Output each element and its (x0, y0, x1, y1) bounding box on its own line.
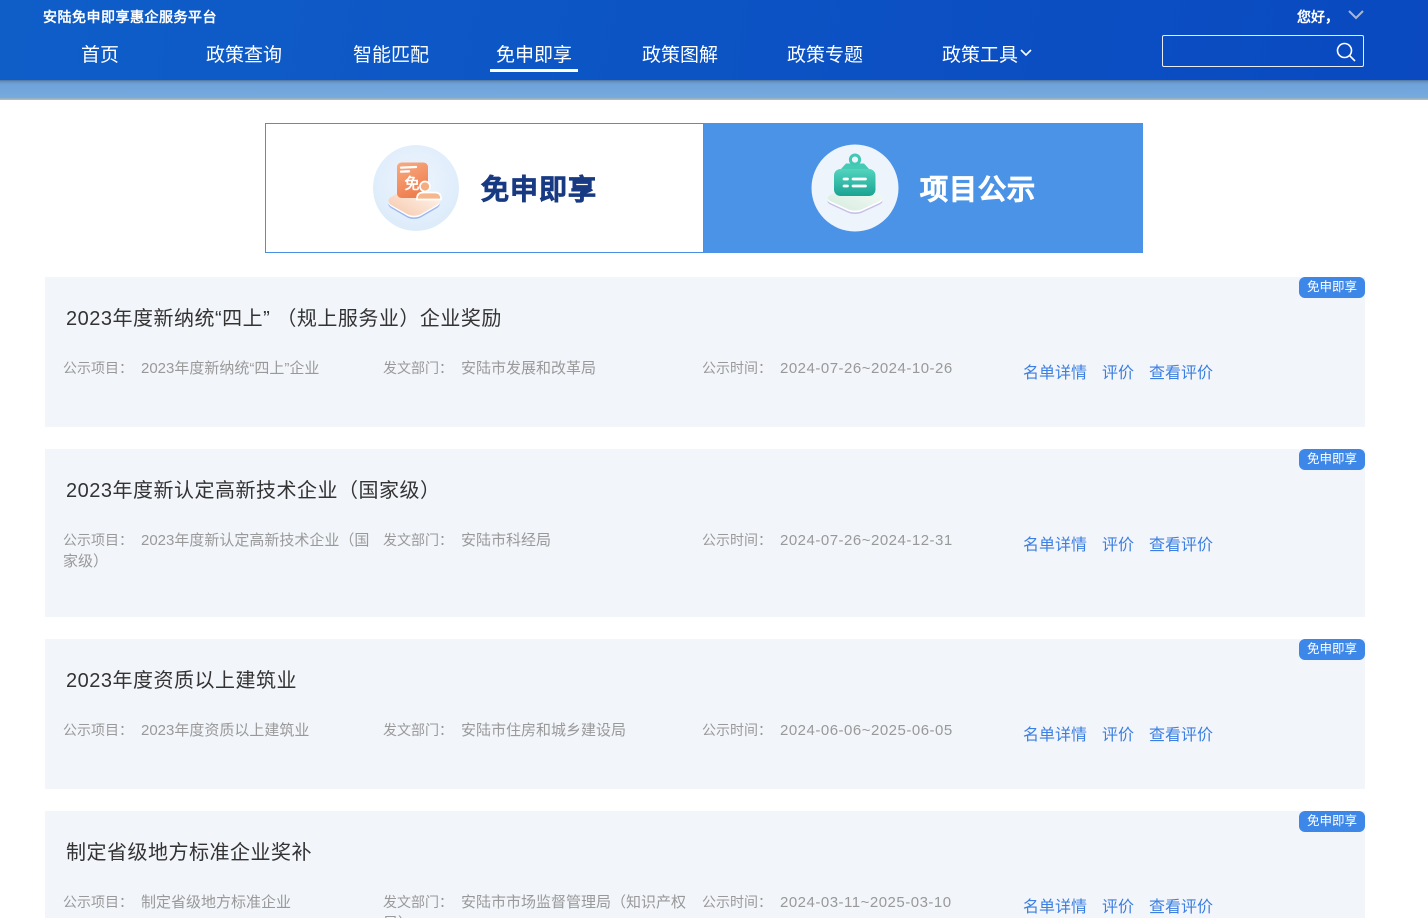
svg-text:免: 免 (404, 175, 419, 193)
